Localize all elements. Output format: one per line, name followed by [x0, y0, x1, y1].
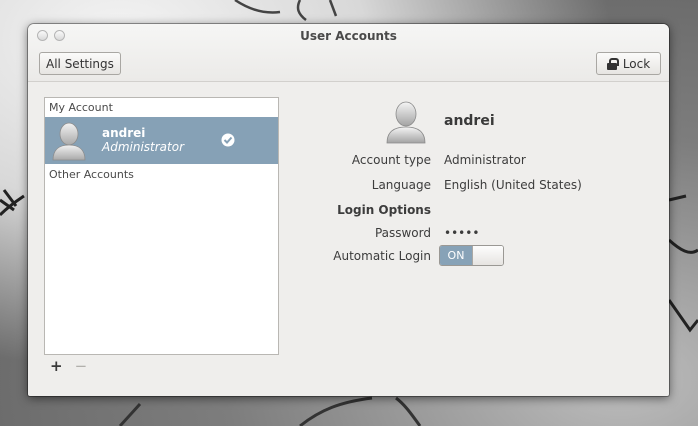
toggle-state-label: ON — [440, 246, 472, 265]
password-label: Password — [374, 226, 431, 240]
automatic-login-toggle[interactable]: ON — [439, 245, 504, 266]
user-role: Administrator — [102, 140, 185, 154]
window-title: User Accounts — [300, 29, 397, 43]
detail-user-name[interactable]: andrei — [444, 113, 495, 129]
lock-icon — [606, 57, 619, 70]
all-settings-button[interactable]: All Settings — [39, 52, 121, 75]
account-type-label: Account type — [351, 153, 431, 167]
account-type-value[interactable]: Administrator — [444, 153, 526, 167]
automatic-login-label: Automatic Login — [333, 249, 431, 263]
language-value[interactable]: English (United States) — [444, 178, 582, 192]
user-avatar-large-icon — [386, 101, 426, 144]
toggle-knob[interactable] — [472, 246, 503, 265]
password-value[interactable]: ••••• — [444, 226, 479, 240]
other-accounts-header: Other Accounts — [49, 168, 134, 181]
user-text: andrei Administrator — [102, 126, 184, 155]
user-accounts-window: User Accounts All Settings Lock My Accou… — [28, 24, 669, 396]
login-options-heading: Login Options — [337, 203, 431, 217]
list-toolbar: + − — [50, 358, 87, 374]
user-name: andrei — [102, 126, 146, 140]
title-bar: User Accounts All Settings Lock — [28, 24, 669, 82]
my-account-header: My Account — [49, 101, 113, 114]
remove-account-button[interactable]: − — [75, 358, 88, 374]
lock-button[interactable]: Lock — [596, 52, 661, 75]
lock-button-label: Lock — [622, 56, 651, 71]
language-label: Language — [371, 178, 431, 192]
check-circle-icon — [221, 133, 235, 147]
user-avatar-icon — [52, 122, 86, 160]
add-account-button[interactable]: + — [50, 358, 63, 374]
user-row-andrei[interactable]: andrei Administrator — [45, 117, 278, 164]
accounts-list: My Account andrei Administrator Other Ac… — [44, 97, 279, 355]
